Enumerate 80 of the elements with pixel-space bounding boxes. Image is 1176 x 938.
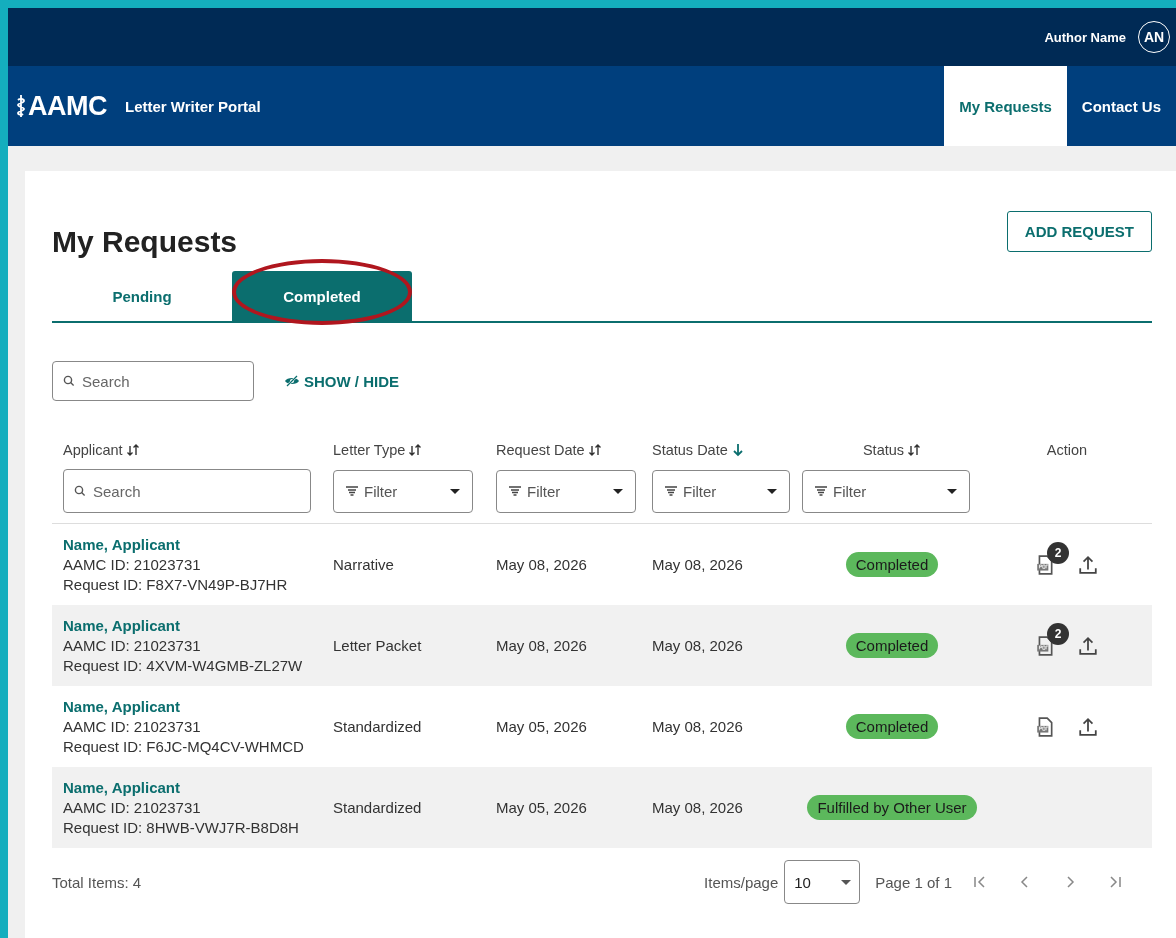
eye-slash-icon bbox=[284, 375, 300, 387]
total-items: Total Items: 4 bbox=[52, 873, 142, 891]
search-icon bbox=[63, 375, 75, 387]
pdf-document-icon[interactable] bbox=[1036, 716, 1054, 737]
status-date: May 08, 2026 bbox=[652, 718, 743, 735]
caret-icon bbox=[841, 879, 852, 885]
column-header[interactable]: Request Date bbox=[496, 442, 585, 458]
logo[interactable]: AAMC bbox=[28, 90, 107, 122]
request-id: Request ID: 4XVM-W4GMB-ZL27W bbox=[63, 657, 303, 674]
filter-icon bbox=[509, 486, 521, 496]
caret-icon bbox=[947, 488, 957, 494]
request-date: May 05, 2026 bbox=[496, 718, 587, 735]
sort-descending-icon[interactable] bbox=[730, 443, 745, 457]
upload-icon[interactable] bbox=[1078, 635, 1098, 656]
applicant-link[interactable]: Name, Applicant bbox=[63, 779, 180, 796]
filter-icon bbox=[665, 486, 677, 496]
status-date: May 08, 2026 bbox=[652, 637, 743, 654]
aamc-id: AAMC ID: 21023731 bbox=[63, 718, 201, 735]
column-header[interactable]: Action bbox=[1046, 442, 1088, 458]
request-id: Request ID: 8HWB-VWJ7R-B8D8H bbox=[63, 819, 299, 836]
show-hide-button[interactable]: SHOW / HIDE bbox=[284, 372, 399, 390]
status-date: May 08, 2026 bbox=[652, 556, 743, 573]
filter-dropdown[interactable]: Filter bbox=[496, 469, 636, 513]
letter-type: Letter Packet bbox=[333, 637, 422, 654]
aamc-id: AAMC ID: 21023731 bbox=[63, 637, 201, 654]
letter-type: Standardized bbox=[333, 718, 422, 735]
caret-icon bbox=[450, 488, 460, 494]
request-date: May 05, 2026 bbox=[496, 799, 587, 816]
sort-icon[interactable] bbox=[587, 443, 602, 457]
user-name: Author Name bbox=[1044, 29, 1126, 45]
caret-icon bbox=[767, 488, 777, 494]
first-page-icon[interactable] bbox=[972, 874, 988, 890]
column-header[interactable]: Status bbox=[862, 442, 905, 458]
count-badge: 2 bbox=[1047, 622, 1069, 645]
last-page-icon[interactable] bbox=[1107, 874, 1123, 890]
status-badge: Completed bbox=[845, 714, 939, 739]
status-badge: Fulfilled by Other User bbox=[807, 795, 977, 820]
request-date: May 08, 2026 bbox=[496, 637, 587, 654]
filter-dropdown[interactable]: Filter bbox=[652, 469, 790, 513]
column-header[interactable]: Applicant bbox=[63, 442, 123, 458]
sort-icon[interactable] bbox=[125, 443, 140, 457]
status-badge: Completed bbox=[845, 552, 939, 577]
sort-icon[interactable] bbox=[408, 443, 423, 457]
status-badge: Completed bbox=[845, 633, 939, 658]
nav-link[interactable]: Contact Us bbox=[1066, 66, 1176, 146]
tab[interactable]: Pending bbox=[52, 271, 232, 321]
nav-link[interactable]: My Requests bbox=[944, 66, 1067, 146]
applicant-search-field[interactable]: Search bbox=[63, 469, 311, 513]
letter-type: Narrative bbox=[333, 556, 394, 573]
sort-icon[interactable] bbox=[907, 443, 922, 457]
tab[interactable]: Completed bbox=[232, 271, 412, 321]
aamc-id: AAMC ID: 21023731 bbox=[63, 799, 201, 816]
items-per-page-dropdown[interactable]: 10 bbox=[784, 860, 861, 904]
filter-icon bbox=[346, 486, 358, 496]
request-id: Request ID: F8X7-VN49P-BJ7HR bbox=[63, 576, 288, 593]
filter-dropdown[interactable]: Filter bbox=[333, 469, 473, 513]
upload-icon[interactable] bbox=[1078, 716, 1098, 737]
request-date: May 08, 2026 bbox=[496, 556, 587, 573]
add-request-button[interactable]: ADD REQUEST bbox=[1006, 211, 1152, 252]
caret-icon bbox=[613, 488, 623, 494]
applicant-link[interactable]: Name, Applicant bbox=[63, 698, 180, 715]
items-per-page-label: Items/page bbox=[704, 873, 779, 891]
filter-dropdown[interactable]: Filter bbox=[802, 469, 970, 513]
upload-icon[interactable] bbox=[1078, 554, 1098, 575]
staff-icon bbox=[16, 93, 26, 119]
column-header[interactable]: Status Date bbox=[652, 442, 728, 458]
aamc-id: AAMC ID: 21023731 bbox=[63, 556, 201, 573]
request-id: Request ID: F6JC-MQ4CV-WHMCD bbox=[63, 738, 304, 755]
applicant-link[interactable]: Name, Applicant bbox=[63, 536, 180, 553]
applicant-link[interactable]: Name, Applicant bbox=[63, 617, 180, 634]
page-title: My Requests bbox=[52, 225, 238, 259]
search-icon bbox=[74, 485, 86, 497]
portal-title: Letter Writer Portal bbox=[125, 97, 261, 115]
column-header[interactable]: Letter Type bbox=[333, 442, 406, 458]
count-badge: 2 bbox=[1047, 541, 1069, 564]
page-info: Page 1 of 1 bbox=[875, 873, 952, 891]
search-field[interactable]: Search bbox=[52, 361, 254, 401]
status-date: May 08, 2026 bbox=[652, 799, 743, 816]
letter-type: Standardized bbox=[333, 799, 422, 816]
filter-icon bbox=[815, 486, 827, 496]
